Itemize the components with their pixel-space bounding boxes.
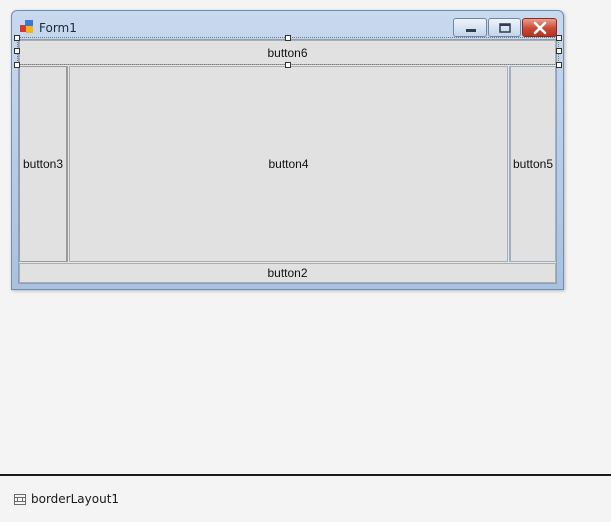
component-label[interactable]: borderLayout1 — [31, 492, 119, 506]
selection-outline — [17, 37, 559, 65]
button2[interactable]: button2 — [19, 263, 556, 283]
button4[interactable]: button4 — [69, 66, 508, 262]
form-title: Form1 — [39, 21, 77, 35]
designer-surface: Form1 button6 button3 button4 button5 bu… — [0, 0, 611, 522]
minimize-icon — [466, 29, 476, 32]
winforms-app-icon — [20, 20, 33, 33]
resize-grip-left[interactable] — [14, 48, 20, 54]
maximize-icon — [499, 23, 511, 33]
component-tray: borderLayout1 — [0, 476, 611, 522]
maximize-button[interactable] — [488, 18, 521, 37]
minimize-button[interactable] — [453, 18, 487, 37]
resize-grip-top-left[interactable] — [14, 35, 20, 41]
close-icon — [533, 21, 547, 35]
resize-grip-top[interactable] — [285, 35, 291, 41]
resize-grip-bottom-right[interactable] — [556, 62, 562, 68]
resize-grip-bottom-left[interactable] — [14, 62, 20, 68]
button5[interactable]: button5 — [509, 66, 556, 262]
button3[interactable]: button3 — [19, 66, 68, 262]
resize-grip-bottom[interactable] — [285, 62, 291, 68]
form-client-area: button6 button3 button4 button5 button2 — [18, 39, 557, 284]
resize-grip-right[interactable] — [556, 48, 562, 54]
close-button[interactable] — [522, 18, 557, 37]
layout-component-icon — [14, 494, 26, 505]
resize-grip-top-right[interactable] — [556, 35, 562, 41]
